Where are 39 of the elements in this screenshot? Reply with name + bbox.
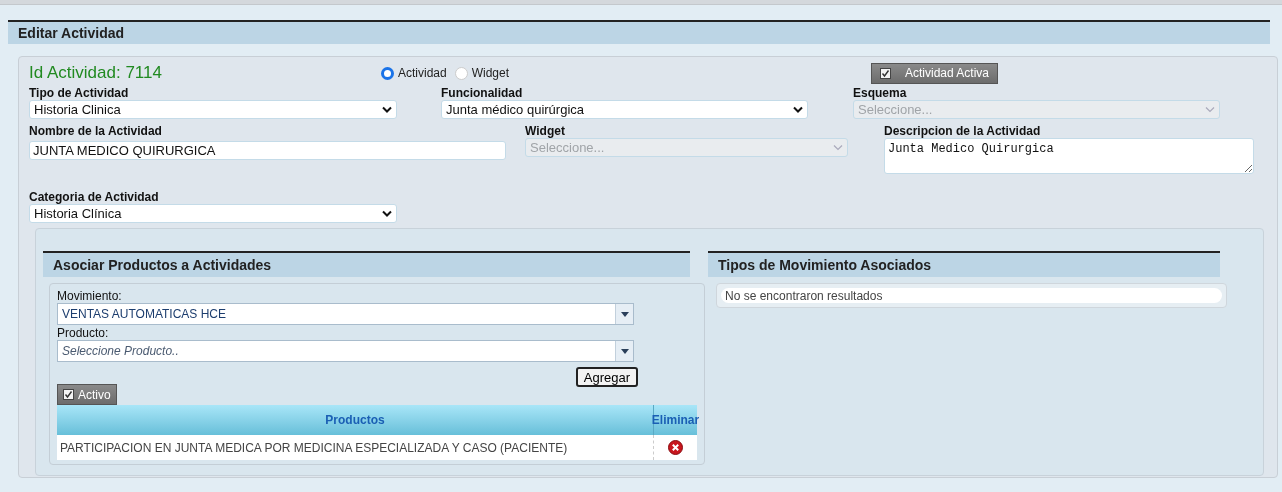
field-label: Widget (525, 124, 566, 138)
section-title: Editar Actividad (18, 23, 125, 43)
product-field[interactable]: Seleccione Producto.. (58, 342, 615, 360)
radio-button[interactable] (454, 66, 468, 80)
chevron-down-icon[interactable] (382, 210, 392, 217)
dropdown-arrow-icon[interactable] (620, 348, 629, 354)
chevron-down-icon[interactable] (793, 106, 803, 113)
table-cell: PARTICIPACION EN JUNTA MEDICA POR MEDICINA ESPECIALIZADA Y CASO (PACIENTE) (57, 435, 654, 460)
active-toggle-button[interactable]: Activo (57, 384, 117, 405)
dropdown-select[interactable]: Junta médico quirúrgica (441, 100, 808, 119)
movement-combobox[interactable]: VENTAS AUTOMATICAS HCE (57, 303, 634, 325)
field-label: Categoria de Actividad (29, 190, 160, 204)
text-field[interactable]: JUNTA MEDICO QUIRURGICA (29, 141, 506, 161)
checkbox-icon[interactable] (63, 389, 74, 400)
active-toggle-button[interactable]: Actividad Activa (871, 62, 999, 84)
field-label: Esquema (853, 86, 908, 100)
activity-id: Id Actividad: 7114 (29, 63, 162, 83)
delete-icon[interactable] (668, 440, 683, 455)
dropdown-arrow-icon[interactable] (620, 311, 629, 317)
field-label: Descripcion de la Actividad (884, 124, 1042, 138)
radio-label[interactable]: Actividad (398, 64, 447, 82)
field-label: Funcionalidad (441, 86, 524, 100)
add-button[interactable]: Agregar (575, 367, 638, 387)
field-label: Tipo de Actividad (29, 86, 130, 100)
section-title: Asociar Productos a Actividades (53, 255, 272, 275)
radio-label[interactable]: Widget (471, 64, 510, 82)
product-combobox[interactable]: Seleccione Producto.. (57, 340, 634, 362)
radio-button[interactable] (381, 66, 394, 80)
field-label: Movimiento: (57, 289, 123, 303)
chevron-down-icon[interactable] (382, 106, 392, 113)
dropdown-select[interactable]: Historia Clinica (29, 100, 397, 119)
description-field[interactable]: Junta Medico Quirurgica (884, 138, 1254, 174)
empty-message: No se encontraron resultados (725, 287, 883, 305)
field-label: Nombre de la Actividad (29, 124, 163, 138)
dropdown-select[interactable]: Historia Clínica (29, 204, 397, 223)
checkbox-icon[interactable] (880, 67, 891, 79)
field-label: Producto: (57, 326, 110, 340)
combobox-value: VENTAS AUTOMATICAS HCE (61, 306, 228, 323)
section-title: Tipos de Movimiento Asociados (718, 255, 932, 275)
